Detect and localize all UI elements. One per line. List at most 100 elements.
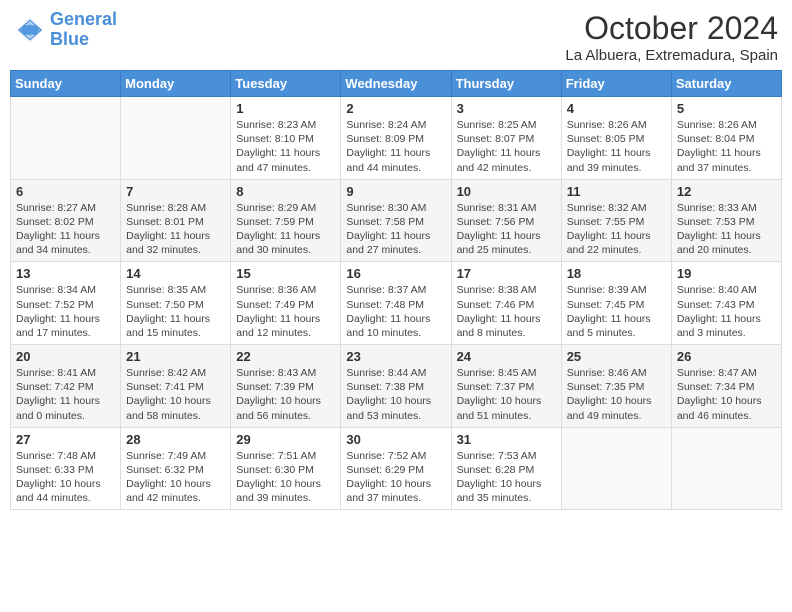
- calendar-cell: 12 Sunrise: 8:33 AM Sunset: 7:53 PM Dayli…: [671, 179, 781, 262]
- day-number: 1: [236, 101, 335, 116]
- day-info: Sunrise: 8:30 AM Sunset: 7:58 PM Dayligh…: [346, 201, 445, 258]
- calendar-cell: 31 Sunrise: 7:53 AM Sunset: 6:28 PM Dayli…: [451, 427, 561, 510]
- day-number: 9: [346, 184, 445, 199]
- calendar-week-row: 6Sunrise: 8:27 AM Sunset: 8:02 PM Daylig…: [11, 179, 782, 262]
- day-info: Sunrise: 7:52 AM Sunset: 6:29 PM Dayligh…: [346, 449, 445, 506]
- calendar-cell: [561, 427, 671, 510]
- calendar-cell: 25 Sunrise: 8:46 AM Sunset: 7:35 PM Dayli…: [561, 345, 671, 428]
- day-info: Sunrise: 7:49 AM Sunset: 6:32 PM Dayligh…: [126, 449, 225, 506]
- calendar-cell: 9 Sunrise: 8:30 AM Sunset: 7:58 PM Daylig…: [341, 179, 451, 262]
- day-number: 6: [16, 184, 115, 199]
- calendar-cell: 29 Sunrise: 7:51 AM Sunset: 6:30 PM Dayli…: [231, 427, 341, 510]
- day-info: Sunrise: 8:40 AM Sunset: 7:43 PM Dayligh…: [677, 283, 776, 340]
- day-number: 7: [126, 184, 225, 199]
- calendar-cell: 27Sunrise: 7:48 AM Sunset: 6:33 PM Dayli…: [11, 427, 121, 510]
- calendar-cell: 4 Sunrise: 8:26 AM Sunset: 8:05 PM Daylig…: [561, 97, 671, 180]
- calendar-cell: [671, 427, 781, 510]
- day-info: Sunrise: 7:53 AM Sunset: 6:28 PM Dayligh…: [457, 449, 556, 506]
- calendar-cell: 23 Sunrise: 8:44 AM Sunset: 7:38 PM Dayli…: [341, 345, 451, 428]
- day-number: 4: [567, 101, 666, 116]
- calendar-cell: 20 Sunrise: 8:41 AM Sunset: 7:42 PM Dayli…: [11, 345, 121, 428]
- calendar-cell: 13Sunrise: 8:34 AM Sunset: 7:52 PM Dayli…: [11, 262, 121, 345]
- logo-line1: General: [50, 9, 117, 29]
- calendar-cell: 16 Sunrise: 8:37 AM Sunset: 7:48 PM Dayli…: [341, 262, 451, 345]
- calendar-cell: [11, 97, 121, 180]
- day-info: Sunrise: 8:33 AM Sunset: 7:53 PM Dayligh…: [677, 201, 776, 258]
- day-number: 13: [16, 266, 115, 281]
- calendar-cell: 24 Sunrise: 8:45 AM Sunset: 7:37 PM Dayli…: [451, 345, 561, 428]
- calendar-cell: 14 Sunrise: 8:35 AM Sunset: 7:50 PM Dayli…: [121, 262, 231, 345]
- day-of-week-header: Thursday: [451, 71, 561, 97]
- day-info: Sunrise: 8:36 AM Sunset: 7:49 PM Dayligh…: [236, 283, 335, 340]
- calendar-cell: 28 Sunrise: 7:49 AM Sunset: 6:32 PM Dayli…: [121, 427, 231, 510]
- day-info: Sunrise: 8:42 AM Sunset: 7:41 PM Dayligh…: [126, 366, 225, 423]
- day-info: Sunrise: 8:38 AM Sunset: 7:46 PM Dayligh…: [457, 283, 556, 340]
- day-of-week-header: Sunday: [11, 71, 121, 97]
- calendar-cell: 1Sunrise: 8:23 AM Sunset: 8:10 PM Daylig…: [231, 97, 341, 180]
- logo-text: General Blue: [50, 10, 117, 50]
- day-info: Sunrise: 8:44 AM Sunset: 7:38 PM Dayligh…: [346, 366, 445, 423]
- logo-line2: Blue: [50, 29, 89, 49]
- day-info: Sunrise: 8:37 AM Sunset: 7:48 PM Dayligh…: [346, 283, 445, 340]
- day-info: Sunrise: 8:25 AM Sunset: 8:07 PM Dayligh…: [457, 118, 556, 175]
- calendar-cell: [121, 97, 231, 180]
- day-info: Sunrise: 8:43 AM Sunset: 7:39 PM Dayligh…: [236, 366, 335, 423]
- calendar-cell: 30Sunrise: 7:52 AM Sunset: 6:29 PM Dayli…: [341, 427, 451, 510]
- day-number: 10: [457, 184, 556, 199]
- day-of-week-header: Friday: [561, 71, 671, 97]
- day-info: Sunrise: 8:24 AM Sunset: 8:09 PM Dayligh…: [346, 118, 445, 175]
- day-info: Sunrise: 8:47 AM Sunset: 7:34 PM Dayligh…: [677, 366, 776, 423]
- calendar-cell: 17 Sunrise: 8:38 AM Sunset: 7:46 PM Dayli…: [451, 262, 561, 345]
- day-number: 20: [16, 349, 115, 364]
- day-number: 22: [236, 349, 335, 364]
- day-info: Sunrise: 8:26 AM Sunset: 8:05 PM Dayligh…: [567, 118, 666, 175]
- day-number: 24: [457, 349, 556, 364]
- logo-icon: [14, 14, 46, 46]
- day-info: Sunrise: 8:46 AM Sunset: 7:35 PM Dayligh…: [567, 366, 666, 423]
- day-number: 11: [567, 184, 666, 199]
- calendar-cell: 8Sunrise: 8:29 AM Sunset: 7:59 PM Daylig…: [231, 179, 341, 262]
- calendar-cell: 2Sunrise: 8:24 AM Sunset: 8:09 PM Daylig…: [341, 97, 451, 180]
- day-info: Sunrise: 8:28 AM Sunset: 8:01 PM Dayligh…: [126, 201, 225, 258]
- day-info: Sunrise: 8:35 AM Sunset: 7:50 PM Dayligh…: [126, 283, 225, 340]
- calendar-cell: 3 Sunrise: 8:25 AM Sunset: 8:07 PM Daylig…: [451, 97, 561, 180]
- day-number: 15: [236, 266, 335, 281]
- day-number: 23: [346, 349, 445, 364]
- logo: General Blue: [14, 10, 117, 50]
- day-number: 19: [677, 266, 776, 281]
- day-info: Sunrise: 8:31 AM Sunset: 7:56 PM Dayligh…: [457, 201, 556, 258]
- calendar-cell: 18Sunrise: 8:39 AM Sunset: 7:45 PM Dayli…: [561, 262, 671, 345]
- day-number: 16: [346, 266, 445, 281]
- calendar-week-row: 20 Sunrise: 8:41 AM Sunset: 7:42 PM Dayli…: [11, 345, 782, 428]
- calendar-week-row: 13Sunrise: 8:34 AM Sunset: 7:52 PM Dayli…: [11, 262, 782, 345]
- day-number: 5: [677, 101, 776, 116]
- day-number: 29: [236, 432, 335, 447]
- calendar-cell: 6Sunrise: 8:27 AM Sunset: 8:02 PM Daylig…: [11, 179, 121, 262]
- page-header: General Blue October 2024 La Albuera, Ex…: [10, 10, 782, 64]
- day-number: 31: [457, 432, 556, 447]
- day-number: 26: [677, 349, 776, 364]
- day-number: 25: [567, 349, 666, 364]
- day-number: 17: [457, 266, 556, 281]
- calendar-table: SundayMondayTuesdayWednesdayThursdayFrid…: [10, 70, 782, 510]
- day-number: 14: [126, 266, 225, 281]
- day-number: 8: [236, 184, 335, 199]
- title-block: October 2024 La Albuera, Extremadura, Sp…: [565, 10, 778, 64]
- day-info: Sunrise: 7:51 AM Sunset: 6:30 PM Dayligh…: [236, 449, 335, 506]
- day-info: Sunrise: 8:39 AM Sunset: 7:45 PM Dayligh…: [567, 283, 666, 340]
- day-info: Sunrise: 8:45 AM Sunset: 7:37 PM Dayligh…: [457, 366, 556, 423]
- day-number: 12: [677, 184, 776, 199]
- day-number: 28: [126, 432, 225, 447]
- calendar-cell: 5 Sunrise: 8:26 AM Sunset: 8:04 PM Daylig…: [671, 97, 781, 180]
- month-title: October 2024: [565, 10, 778, 47]
- calendar-cell: 26 Sunrise: 8:47 AM Sunset: 7:34 PM Dayli…: [671, 345, 781, 428]
- day-info: Sunrise: 8:41 AM Sunset: 7:42 PM Dayligh…: [16, 366, 115, 423]
- day-number: 3: [457, 101, 556, 116]
- day-info: Sunrise: 7:48 AM Sunset: 6:33 PM Dayligh…: [16, 449, 115, 506]
- calendar-cell: 7 Sunrise: 8:28 AM Sunset: 8:01 PM Daylig…: [121, 179, 231, 262]
- day-number: 21: [126, 349, 225, 364]
- calendar-cell: 15 Sunrise: 8:36 AM Sunset: 7:49 PM Dayli…: [231, 262, 341, 345]
- calendar-week-row: 1Sunrise: 8:23 AM Sunset: 8:10 PM Daylig…: [11, 97, 782, 180]
- day-info: Sunrise: 8:26 AM Sunset: 8:04 PM Dayligh…: [677, 118, 776, 175]
- day-info: Sunrise: 8:32 AM Sunset: 7:55 PM Dayligh…: [567, 201, 666, 258]
